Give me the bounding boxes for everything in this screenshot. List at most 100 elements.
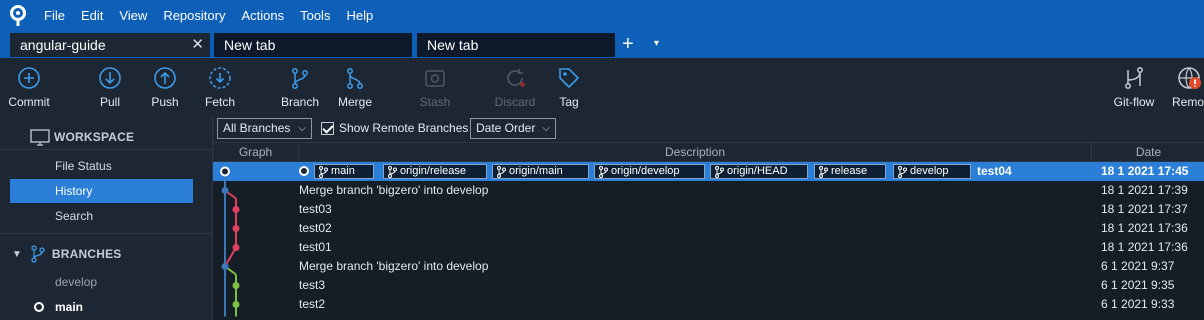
remote-label: Remote (1172, 95, 1204, 109)
branch-badge[interactable]: origin/HEAD (710, 164, 808, 179)
branch-badge-label: origin/develop (611, 165, 680, 177)
branch-label: main (55, 300, 84, 314)
remote-globe-icon (1178, 67, 1201, 89)
menu-actions[interactable]: Actions (233, 0, 292, 32)
commit-message: test03 (299, 202, 332, 216)
menu-file[interactable]: File (36, 0, 73, 32)
history-panel: All Branches ⌵ Show Remote Branches Date… (212, 116, 1204, 320)
chevron-down-icon: ⌵ (542, 123, 550, 134)
commit-row[interactable]: test2 6 1 2021 9:33 (213, 295, 1204, 314)
show-remote-label: Show Remote Branches (339, 121, 469, 135)
filter-bar: All Branches ⌵ Show Remote Branches Date… (213, 116, 1204, 142)
branch-icon (599, 166, 608, 178)
menu-view[interactable]: View (111, 0, 155, 32)
commit-message: test02 (299, 221, 332, 235)
menu-edit[interactable]: Edit (73, 0, 111, 32)
tag-icon (559, 68, 580, 89)
branch-badge[interactable]: develop (893, 164, 971, 179)
head-marker-icon (299, 166, 309, 176)
order-value: Date Order (476, 121, 536, 135)
commit-row[interactable]: main origin/release origin/main origin/deve… (213, 162, 1204, 181)
current-branch-icon (34, 302, 44, 312)
commit-row[interactable]: Merge branch 'bigzero' into develop 18 1 … (213, 181, 1204, 200)
commit-date: 18 1 2021 17:45 (1101, 164, 1189, 178)
commit-message: test2 (299, 297, 326, 311)
chevron-down-icon[interactable]: ▼ (12, 249, 22, 260)
tab-bar: angular-guide ✕ New tab New tab + ▾ (0, 32, 1204, 58)
tab-angular-guide[interactable]: angular-guide ✕ (10, 33, 210, 57)
branch-badge[interactable]: origin/develop (594, 164, 705, 179)
branch-badge-label: develop (910, 165, 949, 177)
branch-badge[interactable]: release (814, 164, 886, 179)
commit-date: 6 1 2021 9:33 (1101, 297, 1175, 311)
branch-icon (715, 166, 724, 178)
show-remote-checkbox[interactable] (321, 121, 334, 135)
sidebar: WORKSPACE File Status History Search ▼ B… (0, 116, 212, 320)
chevron-down-icon: ⌵ (298, 123, 306, 134)
commit-list: main origin/release origin/main origin/deve… (213, 162, 1204, 320)
commit-row[interactable]: test02 18 1 2021 17:36 (213, 219, 1204, 238)
tab-label: New tab (224, 37, 276, 53)
branch-badge[interactable]: origin/main (492, 164, 589, 179)
sidebar-item-label: History (55, 184, 93, 198)
gitflow-button[interactable]: Git-flow (1102, 58, 1166, 116)
sidebar-item-search[interactable]: Search (10, 204, 193, 228)
sidebar-item-history[interactable]: History (10, 179, 193, 203)
commit-date: 18 1 2021 17:37 (1101, 202, 1188, 216)
fetch-icon (209, 67, 231, 89)
commit-row[interactable]: test01 18 1 2021 17:36 (213, 238, 1204, 257)
menu-tools[interactable]: Tools (292, 0, 338, 32)
sidebar-item-branch-develop[interactable]: develop (10, 270, 193, 294)
commit-icon (18, 67, 40, 89)
commit-row[interactable]: test03 18 1 2021 17:37 (213, 200, 1204, 219)
stash-button[interactable]: Stash (403, 58, 467, 116)
order-dropdown[interactable]: Date Order ⌵ (470, 118, 556, 139)
tab-list-chevron-down-icon[interactable]: ▾ (654, 38, 659, 49)
column-header: Graph Description Date (213, 142, 1204, 162)
tab-new-2[interactable]: New tab (417, 33, 615, 57)
show-remote-branches-toggle[interactable]: Show Remote Branches (321, 121, 468, 135)
commit-message: Merge branch 'bigzero' into develop (299, 183, 489, 197)
new-tab-plus-icon[interactable]: + (622, 34, 634, 54)
branches-filter-dropdown[interactable]: All Branches ⌵ (217, 118, 312, 139)
commit-row[interactable]: Merge branch 'bigzero' into develop 6 1 2… (213, 257, 1204, 276)
stash-icon (425, 70, 445, 87)
branch-icon (319, 166, 328, 178)
commit-message: Merge branch 'bigzero' into develop (299, 259, 489, 273)
workspace-header: WORKSPACE (30, 123, 134, 151)
sidebar-divider (0, 149, 212, 150)
branches-filter-value: All Branches (223, 121, 291, 135)
tag-button[interactable]: Tag (537, 58, 601, 116)
branch-badge[interactable]: origin/release (383, 164, 487, 179)
commit-date: 18 1 2021 17:36 (1101, 240, 1188, 254)
fetch-label: Fetch (204, 95, 235, 109)
commit-date: 18 1 2021 17:39 (1101, 183, 1188, 197)
sidebar-item-label: File Status (55, 159, 112, 173)
sidebar-item-branch-main[interactable]: main (10, 295, 193, 319)
commit-label: Commit (8, 95, 50, 109)
sidebar-item-file-status[interactable]: File Status (10, 154, 193, 178)
commit-date: 6 1 2021 9:37 (1101, 259, 1175, 273)
fetch-button[interactable]: Fetch (188, 58, 252, 116)
commit-row[interactable]: test3 6 1 2021 9:35 (213, 276, 1204, 295)
menu-bar: File Edit View Repository Actions Tools Help (0, 0, 1204, 32)
commit-message: test01 (299, 240, 332, 254)
description-column-header[interactable]: Description (299, 143, 1092, 161)
remote-button[interactable]: Remote (1162, 58, 1204, 116)
sourcetree-logo-icon (0, 0, 36, 32)
menu-help[interactable]: Help (338, 0, 381, 32)
merge-button[interactable]: Merge (323, 58, 387, 116)
commit-message: test3 (299, 278, 326, 292)
graph-column-header[interactable]: Graph (213, 143, 299, 161)
menu-repository[interactable]: Repository (155, 0, 233, 32)
date-column-header[interactable]: Date (1092, 143, 1204, 161)
branch-badge[interactable]: main (314, 164, 374, 179)
stash-label: Stash (419, 95, 451, 109)
branches-header[interactable]: ▼ BRANCHES (12, 240, 122, 268)
commit-button[interactable]: Commit (0, 58, 61, 116)
tab-label: New tab (427, 37, 479, 53)
tab-new-1[interactable]: New tab (214, 33, 412, 57)
sidebar-divider (0, 233, 212, 234)
push-icon (154, 67, 176, 89)
close-icon[interactable]: ✕ (191, 33, 204, 57)
